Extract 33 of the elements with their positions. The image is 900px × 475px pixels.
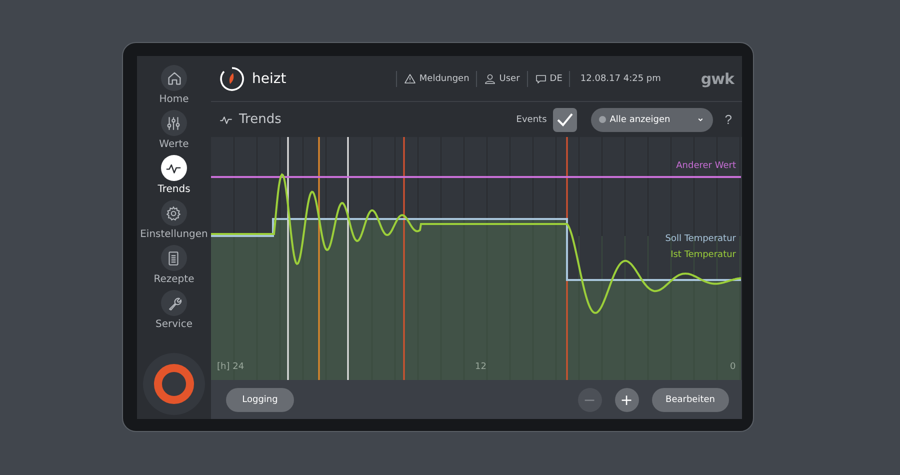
- series-label: Anderer Wert: [676, 161, 736, 171]
- nav-item[interactable]: Rezepte: [154, 245, 194, 286]
- nav-item[interactable]: Service: [156, 290, 192, 331]
- house-icon: [166, 70, 182, 86]
- series-label: Soll Temperatur: [665, 234, 736, 244]
- speech-bubble-icon: [534, 72, 547, 84]
- series-label: Ist Temperatur: [670, 250, 736, 260]
- axis-label: 0: [730, 362, 736, 372]
- checkmark-icon: [556, 110, 574, 128]
- flame-logo-icon: [219, 66, 245, 92]
- settings-icon: [165, 204, 182, 222]
- axis-label: [h] 24: [217, 362, 244, 372]
- help-button[interactable]: ?: [724, 112, 732, 127]
- events-label: Events: [516, 114, 547, 124]
- zoom-in-button[interactable]: +: [614, 388, 639, 412]
- header-button[interactable]: User: [476, 70, 527, 86]
- edit-button[interactable]: Bearbeiten: [652, 388, 729, 412]
- header-button[interactable]: DE: [526, 70, 570, 86]
- dot-icon: [598, 116, 606, 123]
- header-button[interactable]: Meldungen: [396, 70, 476, 86]
- page-title: Trends: [239, 112, 282, 127]
- events-checkbox[interactable]: [552, 108, 577, 132]
- warning-icon: [404, 72, 416, 84]
- ring-button[interactable]: [152, 362, 196, 406]
- sliders-icon: [165, 114, 182, 132]
- axis-label: 12: [475, 362, 486, 372]
- status-text: heizt: [252, 70, 286, 86]
- nav-item[interactable]: Einstellungen: [140, 200, 208, 241]
- date-time: 12.08.17 4:25 pm: [569, 70, 661, 86]
- filter-dropdown[interactable]: Alle anzeigen: [590, 108, 713, 132]
- logging-button[interactable]: Logging: [226, 388, 294, 412]
- user-icon: [484, 72, 496, 84]
- brand-logo: gwk: [700, 70, 734, 88]
